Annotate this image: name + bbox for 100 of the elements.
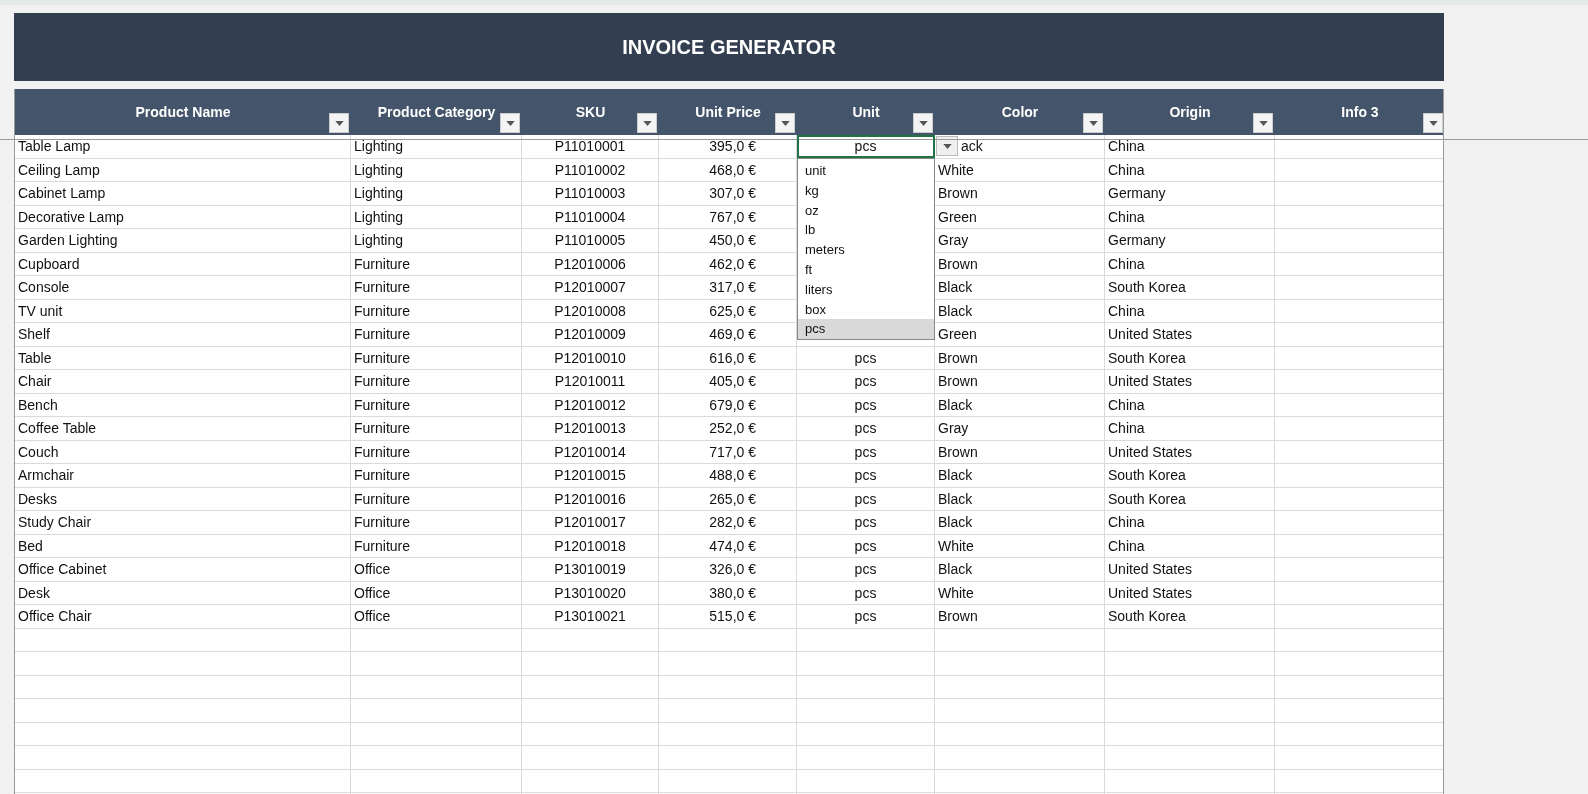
sheet-title: INVOICE GENERATOR [14,13,1444,81]
table-cell: China [1108,254,1145,273]
filter-button[interactable] [775,113,795,133]
table-cell: P12010014 [554,442,626,461]
table-cell: P11010001 [554,137,626,156]
table-cell: P12010008 [554,301,626,320]
table-cell: China [1108,536,1145,555]
table-cell: 515,0 € [709,607,756,626]
filter-button[interactable] [913,113,933,133]
table-cell: Furniture [354,466,411,485]
table-cell: Lighting [354,184,404,203]
table-cell: Brown [938,607,978,626]
dropdown-option[interactable]: pcs [798,319,934,340]
table-cell: South Korea [1108,348,1186,367]
table-cell: Brown [938,442,978,461]
table-cell: 326,0 € [709,560,756,579]
table-cell: Couch [18,442,59,461]
table-cell: Ceiling Lamp [18,160,100,179]
column-header: Product Category [377,103,496,121]
table-cell: 462,0 € [709,254,756,273]
dropdown-option[interactable]: ft [798,260,934,280]
table-cell: P12010011 [554,372,626,391]
dropdown-option[interactable]: oz [798,200,934,221]
table-cell: 405,0 € [709,372,756,391]
table-cell: 307,0 € [709,184,756,203]
table-cell: P11010002 [554,160,626,179]
table-cell: 474,0 € [709,536,756,555]
dropdown-button[interactable] [936,136,958,156]
column-header: SKU [575,103,606,121]
dropdown-list[interactable]: unit kg oz lb meters ft liters box pcs [797,158,935,341]
table-cell: Table Lamp [18,137,91,156]
table-cell: pcs [854,466,877,485]
table-cell: Germany [1108,184,1166,203]
table-cell: P12010009 [554,325,626,344]
column-header: Unit [852,103,880,121]
table-cell: 265,0 € [709,489,756,508]
table-cell: P12010010 [554,348,626,367]
dropdown-option[interactable]: unit [798,161,934,181]
caret-icon [334,120,344,126]
table-cell: Black [938,560,973,579]
table-cell: Desk [18,583,50,602]
table-cell: China [1108,513,1145,532]
dropdown-option[interactable]: box [798,299,934,320]
table-cell: Brown [938,184,978,203]
column-header: Origin [1169,103,1211,121]
table-cell: Furniture [354,254,411,273]
table-cell: TV unit [18,301,63,320]
table-cell: White [938,536,974,555]
table-cell: pcs [854,583,877,602]
table-cell: Germany [1108,231,1166,250]
table-cell: Study Chair [18,513,92,532]
filter-button[interactable] [1083,113,1103,133]
table-cell: Black [938,513,973,532]
table-cell: P12010012 [554,395,626,414]
table-cell: 468,0 € [709,160,756,179]
caret-icon [1428,120,1438,126]
dropdown-option[interactable]: meters [798,240,934,260]
dropdown-option[interactable]: lb [798,220,934,241]
table-cell: China [1108,207,1145,226]
filter-button[interactable] [329,113,349,133]
table-cell: P12010007 [554,278,626,297]
dropdown-option[interactable]: kg [798,180,934,201]
table-cell: Cupboard [18,254,80,273]
table-cell: South Korea [1108,278,1186,297]
table-cell: P13010021 [554,607,626,626]
table-cell: Desks [18,489,57,508]
table-cell: United States [1108,560,1193,579]
table-cell: pcs [854,560,877,579]
table-cell: 317,0 € [709,278,756,297]
table-cell: Gray [938,419,969,438]
table-cell: Cabinet Lamp [18,184,106,203]
table-cell: Green [938,207,977,226]
table-cell: Furniture [354,395,411,414]
table-cell: Lighting [354,231,404,250]
table-cell: Bed [18,536,43,555]
caret-icon [1088,120,1098,126]
table-cell: Furniture [354,536,411,555]
table-cell: Black [938,489,973,508]
caret-icon [780,120,790,126]
table-cell: Office Chair [18,607,92,626]
table-cell: pcs [854,489,877,508]
table-cell: Furniture [354,419,411,438]
table-cell: Chair [18,372,52,391]
dropdown-option[interactable]: liters [798,279,934,300]
table-cell: P12010006 [554,254,626,273]
table-cell: Console [18,278,70,297]
table-cell: China [1108,301,1145,320]
filter-button[interactable] [1423,113,1443,133]
table-cell: 282,0 € [709,513,756,532]
filter-button[interactable] [500,113,520,133]
filter-button[interactable] [637,113,657,133]
table-cell: 380,0 € [709,583,756,602]
column-header: Unit Price [695,103,761,121]
table-cell: Furniture [354,278,411,297]
table-cell: Furniture [354,372,411,391]
filter-button[interactable] [1253,113,1273,133]
table-cell: P12010017 [554,513,626,532]
table-cell: 252,0 € [709,419,756,438]
table-cell: 717,0 € [709,442,756,461]
table-cell: 767,0 € [709,207,756,226]
